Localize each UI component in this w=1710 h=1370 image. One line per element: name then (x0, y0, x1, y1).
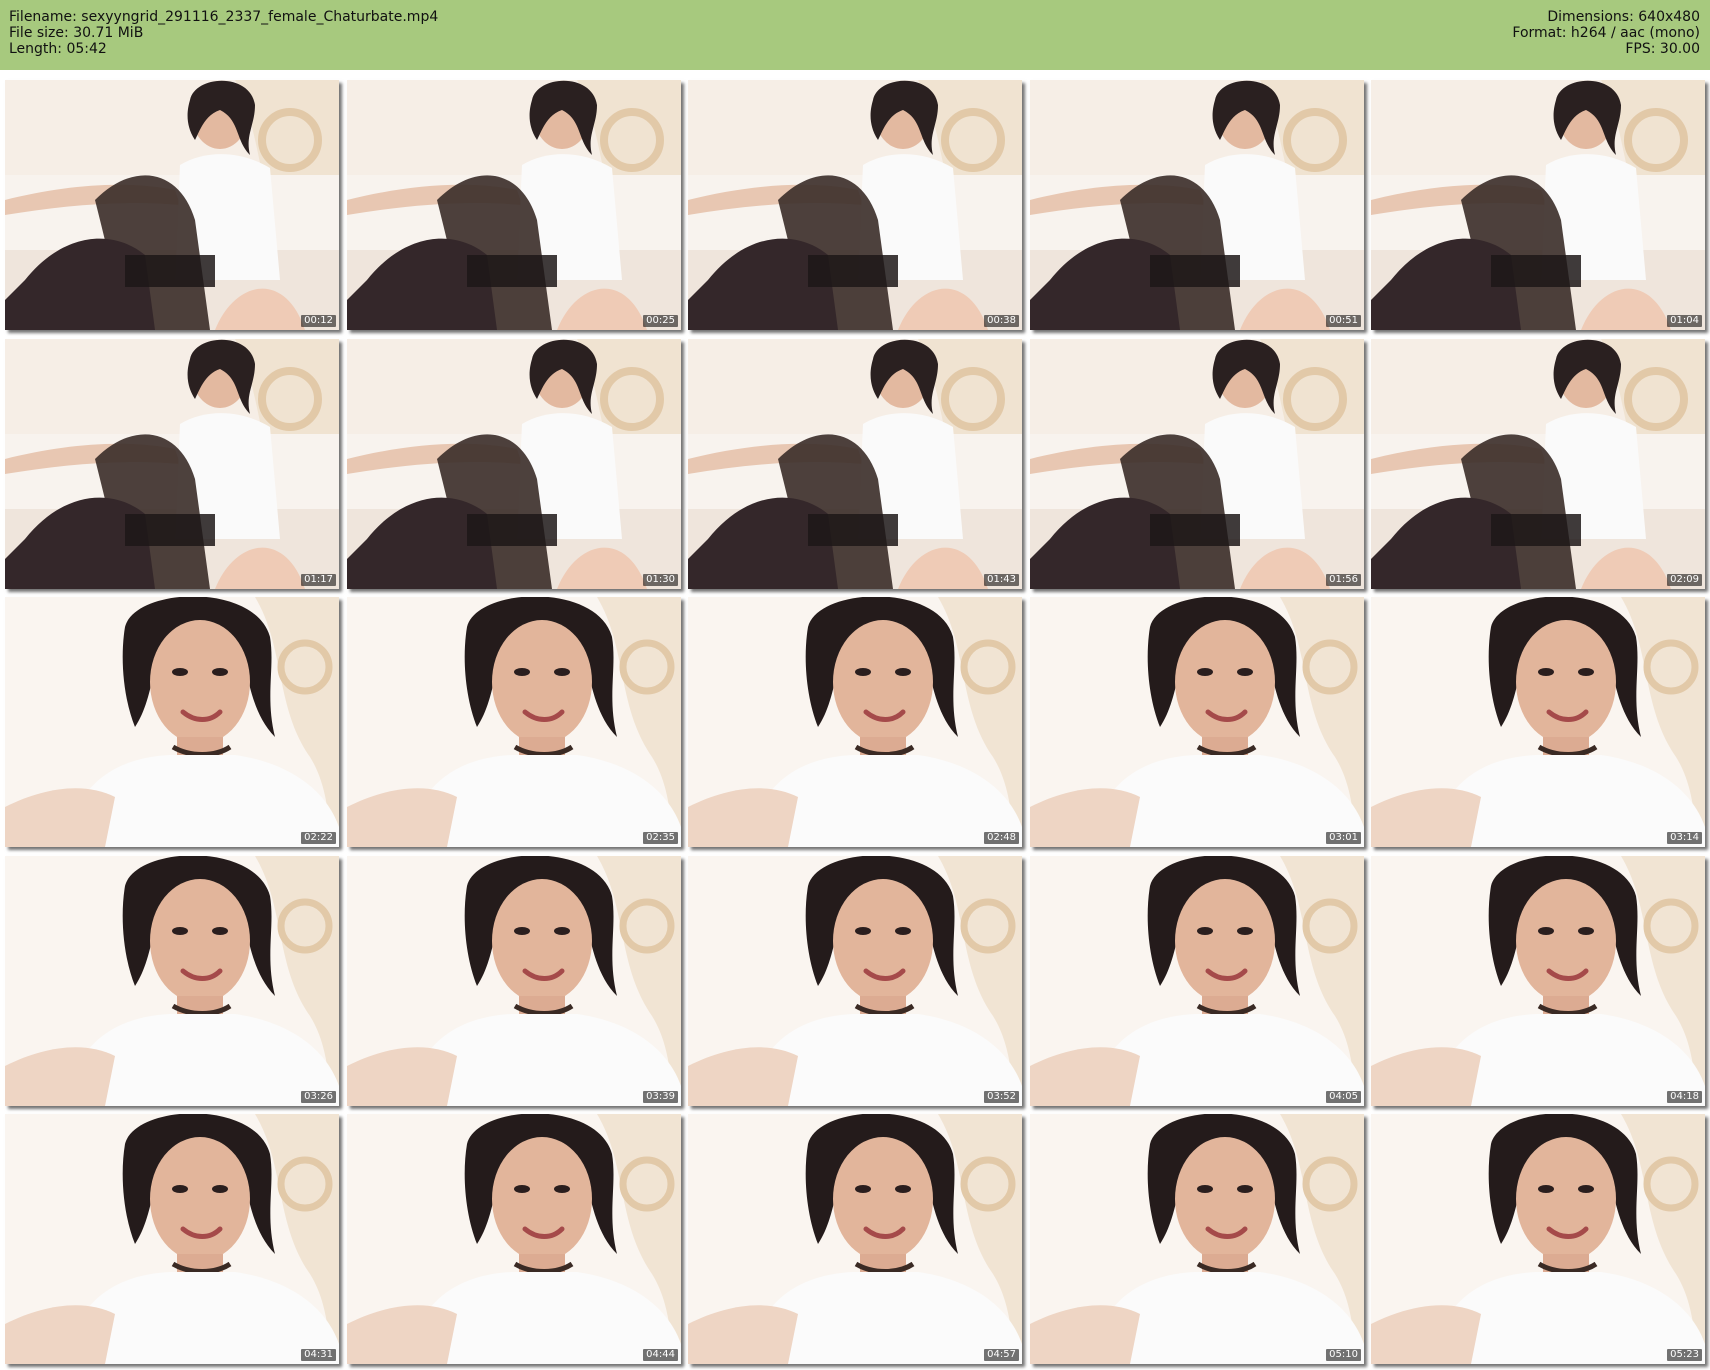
frame-image (5, 597, 339, 847)
video-thumbnail: 04:18 (1371, 856, 1705, 1106)
timestamp-label: 05:10 (1326, 1349, 1361, 1361)
timestamp-label: 00:38 (984, 315, 1019, 327)
video-thumbnail: 00:12 (5, 80, 339, 330)
frame-image (688, 856, 1022, 1106)
timestamp-label: 04:57 (984, 1349, 1019, 1361)
video-thumbnail: 02:35 (347, 597, 681, 847)
timestamp-label: 04:44 (643, 1349, 678, 1361)
timestamp-label: 03:52 (984, 1091, 1019, 1103)
format-text: Format: h264 / aac (mono) (1512, 25, 1700, 41)
filename-text: Filename: sexyyngrid_291116_2337_female_… (9, 9, 439, 25)
frame-image (688, 597, 1022, 847)
frame-image (688, 1114, 1022, 1364)
frame-image (1371, 597, 1705, 847)
frame-image (1030, 597, 1364, 847)
video-thumbnail: 02:22 (5, 597, 339, 847)
video-thumbnail: 04:31 (5, 1114, 339, 1364)
timestamp-label: 02:35 (643, 832, 678, 844)
timestamp-label: 04:18 (1667, 1091, 1702, 1103)
timestamp-label: 03:01 (1326, 832, 1361, 844)
video-thumbnail: 00:38 (688, 80, 1022, 330)
frame-image (1371, 80, 1705, 330)
timestamp-label: 01:43 (984, 574, 1019, 586)
video-thumbnail: 03:52 (688, 856, 1022, 1106)
timestamp-label: 01:56 (1326, 574, 1361, 586)
timestamp-label: 03:26 (301, 1091, 336, 1103)
video-thumbnail: 01:30 (347, 339, 681, 589)
timestamp-label: 04:31 (301, 1349, 336, 1361)
video-thumbnail: 05:23 (1371, 1114, 1705, 1364)
frame-image (1030, 339, 1364, 589)
length-text: Length: 05:42 (9, 41, 107, 57)
fps-text: FPS: 30.00 (1625, 41, 1700, 57)
frame-image (347, 339, 681, 589)
file-size-text: File size: 30.71 MiB (9, 25, 144, 41)
timestamp-label: 00:51 (1326, 315, 1361, 327)
timestamp-label: 05:23 (1667, 1349, 1702, 1361)
video-thumbnail: 05:10 (1030, 1114, 1364, 1364)
timestamp-label: 01:30 (643, 574, 678, 586)
timestamp-label: 00:25 (643, 315, 678, 327)
timestamp-label: 01:17 (301, 574, 336, 586)
video-thumbnail: 01:43 (688, 339, 1022, 589)
thumbnail-grid: 00:12 00:25 00:38 00:51 01:04 01:17 01:3… (0, 70, 1710, 1370)
file-info: Filename: sexyyngrid_291116_2337_female_… (9, 9, 438, 57)
video-thumbnail: 00:51 (1030, 80, 1364, 330)
video-thumbnail: 03:14 (1371, 597, 1705, 847)
frame-image (347, 1114, 681, 1364)
timestamp-label: 00:12 (301, 315, 336, 327)
video-thumbnail: 04:44 (347, 1114, 681, 1364)
frame-image (5, 339, 339, 589)
frame-image (5, 856, 339, 1106)
frame-image (1030, 1114, 1364, 1364)
video-thumbnail: 00:25 (347, 80, 681, 330)
frame-image (347, 856, 681, 1106)
frame-image (5, 80, 339, 330)
video-thumbnail: 03:26 (5, 856, 339, 1106)
video-thumbnail: 01:17 (5, 339, 339, 589)
frame-image (1371, 339, 1705, 589)
timestamp-label: 02:22 (301, 832, 336, 844)
frame-image (1371, 1114, 1705, 1364)
frame-image (347, 597, 681, 847)
stream-info: Dimensions: 640x480 Format: h264 / aac (… (1512, 9, 1700, 57)
timestamp-label: 02:48 (984, 832, 1019, 844)
video-thumbnail: 01:56 (1030, 339, 1364, 589)
frame-image (5, 1114, 339, 1364)
frame-image (688, 80, 1022, 330)
timestamp-label: 04:05 (1326, 1091, 1361, 1103)
timestamp-label: 03:39 (643, 1091, 678, 1103)
video-thumbnail: 02:09 (1371, 339, 1705, 589)
info-header: Filename: sexyyngrid_291116_2337_female_… (0, 0, 1710, 70)
frame-image (1030, 80, 1364, 330)
video-thumbnail: 04:05 (1030, 856, 1364, 1106)
frame-image (688, 339, 1022, 589)
timestamp-label: 03:14 (1667, 832, 1702, 844)
timestamp-label: 02:09 (1667, 574, 1702, 586)
dimensions-text: Dimensions: 640x480 (1547, 9, 1700, 25)
video-thumbnail: 02:48 (688, 597, 1022, 847)
timestamp-label: 01:04 (1667, 315, 1702, 327)
video-thumbnail: 03:39 (347, 856, 681, 1106)
video-thumbnail: 03:01 (1030, 597, 1364, 847)
video-thumbnail: 01:04 (1371, 80, 1705, 330)
video-thumbnail: 04:57 (688, 1114, 1022, 1364)
frame-image (1371, 856, 1705, 1106)
frame-image (1030, 856, 1364, 1106)
frame-image (347, 80, 681, 330)
